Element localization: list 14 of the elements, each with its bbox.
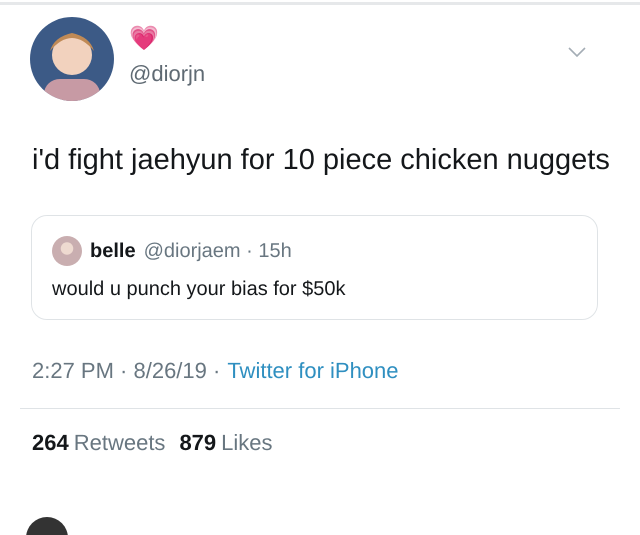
source-link[interactable]: Twitter for iPhone [227, 358, 399, 384]
quoted-handle-time: @diorjaem · 15h [144, 240, 292, 262]
tweet-text: i'd fight jaehyun for 10 piece chicken nuggets [32, 143, 610, 178]
stat-label[interactable]: Retweets [74, 430, 166, 455]
stat-count: 264 [32, 430, 69, 455]
timestamp: 2:27 PM · 8/26/19 · [32, 358, 220, 384]
quoted-tweet-text: would u punch your bias for $50k [52, 278, 347, 301]
user-handle: @diorjn [129, 61, 206, 87]
stat-count: 879 [179, 430, 216, 455]
stat-label[interactable]: Likes [221, 430, 273, 455]
quoted-author-name: belle [90, 240, 136, 262]
avatar [52, 236, 82, 266]
heart-emoji: 💗 [129, 23, 160, 53]
quoted-tweet-card[interactable]: belle @diorjaem · 15h would u punch your bias for $50k [31, 215, 598, 320]
